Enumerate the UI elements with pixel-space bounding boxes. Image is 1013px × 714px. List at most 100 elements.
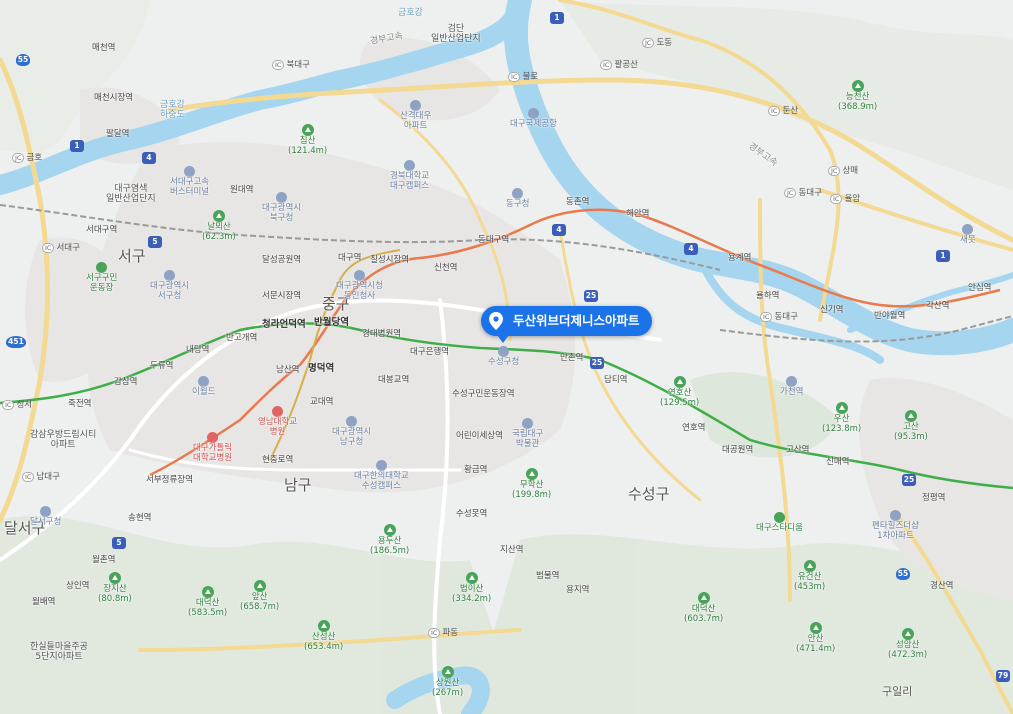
poi-dalseo-office[interactable]: 달서구청 — [30, 506, 61, 528]
station-sincheon[interactable]: 신천역 — [434, 263, 457, 274]
mountain-seongamsan[interactable]: 성암산 (472.3m) — [888, 628, 927, 661]
poi-suseong-office[interactable]: 수성구청 — [488, 346, 519, 368]
station-singi[interactable]: 신기역 — [820, 305, 843, 316]
mountain-jangjisan[interactable]: 장지산 (80.8m) — [98, 572, 132, 605]
station-gakssan[interactable]: 각산역 — [926, 301, 949, 312]
poi-bukgu-office[interactable]: 대구광역시 북구청 — [262, 192, 301, 224]
poi-daegu-haany[interactable]: 대구한의대학교 수성캠퍼스 — [354, 460, 409, 492]
station-beommul[interactable]: 범물역 — [536, 571, 559, 582]
jc-sangmae[interactable]: JC 상매 — [828, 164, 858, 176]
poi-city-hall[interactable]: 대구광역시청 동인청사 — [336, 270, 383, 302]
selected-place-marker[interactable]: 두산위브더제니스아파트 — [481, 306, 652, 343]
mountain-muhaksan[interactable]: 무학산 (199.8m) — [512, 468, 551, 501]
station-dongdaegu[interactable]: 동대구역 — [478, 235, 509, 246]
mountain-chimsan[interactable]: 침산 (121.4m) — [288, 124, 327, 157]
station-dalseong-park[interactable]: 달성공원역 — [262, 255, 301, 266]
station-gyeongsan[interactable]: 경산역 — [930, 581, 953, 592]
jc-geumho[interactable]: JC 금호 — [12, 151, 42, 163]
poi-donggu-office[interactable]: 동구청 — [506, 188, 529, 210]
poi-sanggyeok[interactable]: 산격대우 아파트 — [400, 100, 431, 132]
ic-dongdaegu[interactable]: IC 동대구 — [760, 310, 798, 322]
station-yonggye[interactable]: 용계역 — [728, 253, 751, 264]
station-yongji[interactable]: 용지역 — [566, 585, 589, 596]
mountain-daedeoksan-w[interactable]: 대덕산 (583.5m) — [188, 586, 227, 619]
station-damti[interactable]: 담티역 — [604, 375, 627, 386]
station-manchon[interactable]: 만촌역 — [560, 353, 583, 364]
station-gamsam[interactable]: 감삼역 — [114, 377, 137, 388]
poi-seogu-stadium[interactable]: 서구구민 운동장 — [86, 262, 117, 294]
station-wondae[interactable]: 원대역 — [230, 185, 253, 196]
station-yulha[interactable]: 율하역 — [756, 291, 779, 302]
mountain-yongdusan[interactable]: 용두산 (186.5m) — [370, 524, 409, 557]
poi-catholic-hospital[interactable]: 대구가톨릭 대학교병원 — [193, 432, 232, 464]
poi-eworld[interactable]: 이월드 — [192, 376, 215, 398]
station-dongchon[interactable]: 동촌역 — [566, 197, 589, 208]
ic-buldo[interactable]: IC 불로 — [508, 70, 538, 82]
station-cheongna[interactable]: 청라언덕역 — [262, 319, 306, 331]
station-daegu-bank[interactable]: 대구은행역 — [410, 347, 449, 358]
station-maecheon[interactable]: 매천역 — [92, 43, 115, 54]
station-haean[interactable]: 해안역 — [626, 209, 649, 220]
ic-palgongsan[interactable]: IC 팔공산 — [600, 58, 638, 70]
station-banyawol[interactable]: 반야월역 — [874, 311, 905, 322]
station-hyeonchung[interactable]: 현충로역 — [262, 455, 293, 466]
station-eorini[interactable]: 어린이세상역 — [456, 431, 503, 442]
station-sinmae[interactable]: 신매역 — [826, 457, 849, 468]
station-daebong[interactable]: 대봉교역 — [378, 375, 409, 386]
mountain-neungcheonsan[interactable]: 능천산 (368.9m) — [838, 80, 877, 113]
mountain-sangwonsan[interactable]: 상원산 (267m) — [432, 666, 463, 699]
station-ansim[interactable]: 안심역 — [968, 283, 991, 294]
station-sangin[interactable]: 상인역 — [66, 581, 89, 592]
station-wolbae[interactable]: 월배역 — [32, 597, 55, 608]
jc-dodong[interactable]: JC 도동 — [642, 36, 672, 48]
station-yeonho[interactable]: 연호역 — [682, 423, 705, 434]
poi-saemot[interactable]: 새못 — [960, 224, 976, 246]
mountain-ansan[interactable]: 안산 (471.4m) — [796, 622, 835, 655]
station-jisan[interactable]: 지산역 — [500, 545, 523, 556]
jc-dongdaegu[interactable]: JC 동대구 — [784, 186, 822, 198]
station-banwoldang[interactable]: 반월당역 — [314, 317, 349, 329]
ic-bukdaegu[interactable]: IC 북대구 — [272, 58, 310, 70]
poi-airport[interactable]: 대구국제공항 — [510, 108, 557, 130]
station-myeongdeok[interactable]: 명덕역 — [308, 363, 334, 375]
mountain-sanseongsan[interactable]: 산성산 (653.4m) — [304, 620, 343, 653]
station-jukjeon[interactable]: 죽전역 — [68, 399, 91, 410]
station-seomun-market[interactable]: 서문시장역 — [262, 291, 301, 302]
mountain-yugeonsan[interactable]: 유건산 (453m) — [794, 560, 825, 593]
mountain-nalmaesan[interactable]: 날뫼산 (62.3m) — [202, 210, 236, 243]
station-bangogae[interactable]: 반고개역 — [226, 333, 257, 344]
mountain-usan[interactable]: 우산 (123.8m) — [822, 402, 861, 435]
poi-museum[interactable]: 국립대구 박물관 — [512, 418, 543, 450]
ic-padong[interactable]: IC 파동 — [428, 626, 458, 638]
poi-stadium[interactable]: 대구스타디움 — [756, 512, 803, 534]
station-seodaegu[interactable]: 서대구역 — [86, 225, 117, 236]
poi-gachun[interactable]: 가천역 — [780, 376, 803, 398]
ic-dunsan[interactable]: IC 둔산 — [768, 104, 798, 116]
poi-seodaegu-terminal[interactable]: 서대구고속 버스터미널 — [170, 166, 209, 198]
station-duryu[interactable]: 두류역 — [150, 361, 173, 372]
ic-seodaegu[interactable]: IC 서대구 — [42, 241, 80, 253]
station-palgal[interactable]: 팔달역 — [106, 129, 129, 140]
poi-seogu-office[interactable]: 대구광역시 서구청 — [150, 270, 189, 302]
poi-yeungnam-hospital[interactable]: 영남대학교 병원 — [258, 406, 297, 438]
station-wolchon[interactable]: 월촌역 — [92, 555, 115, 566]
station-gosan[interactable]: 고산역 — [786, 445, 809, 456]
poi-namgu-office[interactable]: 대구광역시 남구청 — [332, 416, 371, 448]
map-canvas[interactable]: 서구 중구 남구 수성구 달서구 구일리 검단 일반산업단지 금호강 금호강 하… — [0, 0, 1013, 714]
mountain-daedeoksan-e[interactable]: 대덕산 (603.7m) — [684, 592, 723, 625]
station-suseong-park[interactable]: 수성구민운동장역 — [452, 389, 515, 400]
station-maecheon-market[interactable]: 매천시장역 — [94, 93, 133, 104]
station-hwanggeum[interactable]: 황금역 — [464, 465, 487, 476]
station-seobu-bus[interactable]: 서부정류장역 — [146, 475, 193, 486]
mountain-apsan[interactable]: 앞산 (658.7m) — [240, 580, 279, 613]
poi-gyeongsan-apt[interactable]: 펜타힐즈더샵 1차아파트 — [872, 510, 919, 542]
station-namsan[interactable]: 남산역 — [276, 365, 299, 376]
station-suseongmot[interactable]: 수성못역 — [456, 509, 487, 520]
ic-seongseo[interactable]: IC 성서 — [2, 398, 32, 410]
ic-yuram[interactable]: IC 율암 — [830, 192, 860, 204]
station-naedang[interactable]: 내당역 — [186, 345, 209, 356]
ic-namdaegu[interactable]: IC 남대구 — [22, 470, 60, 482]
station-daegu[interactable]: 대구역 — [338, 253, 361, 264]
station-gyeongdae[interactable]: 경대병원역 — [362, 329, 401, 340]
station-daegong[interactable]: 대공원역 — [722, 445, 753, 456]
